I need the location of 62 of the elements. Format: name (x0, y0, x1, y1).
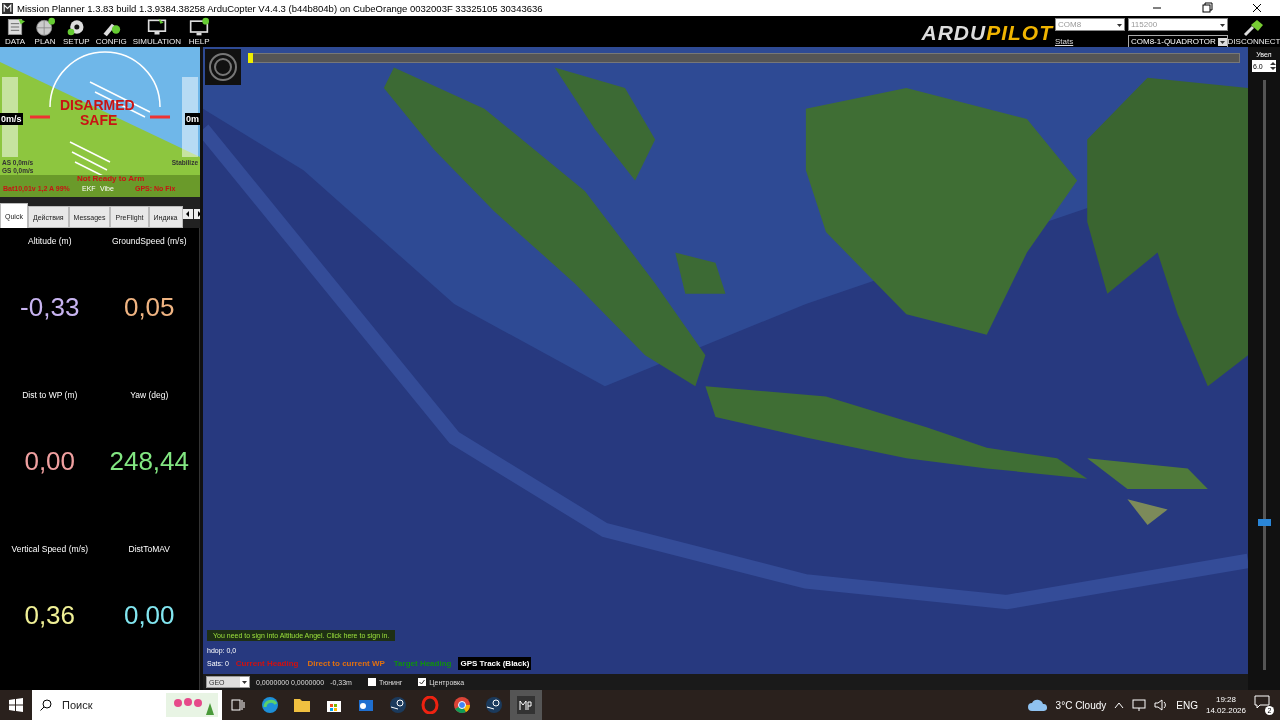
caret-icon (240, 677, 249, 687)
plan-icon (33, 17, 57, 37)
weather-text[interactable]: 3°C Cloudy (1055, 699, 1107, 711)
window-title: Mission Planner 1.3.83 build 1.3.9384.38258 ArduCopter V4.4.3 (b44b804b) on CubeOrange 0032003F 33325105 30343636 (17, 2, 544, 14)
notification-icon (1254, 695, 1270, 709)
menu-button[interactable]: HELP (184, 16, 215, 47)
legend-item: Direct to current WP (306, 658, 386, 670)
metric-label: Vertical Speed (m/s) (11, 544, 88, 554)
menu-button[interactable]: SIMULATION (129, 16, 185, 47)
metric-label: Dist to WP (m) (22, 390, 78, 400)
checkbox[interactable] (418, 678, 427, 686)
legend-item: Current Heading (234, 658, 300, 670)
search-icon (40, 699, 52, 711)
folder-icon[interactable] (293, 697, 311, 713)
speed-readout: 0m/s (0, 113, 23, 125)
ardupilot-logo: ARDUPILOT (921, 18, 1055, 47)
chrome-icon[interactable] (453, 696, 471, 714)
flowers-drawing (166, 693, 218, 717)
slider-thumb[interactable] (248, 53, 253, 63)
timeline-slider[interactable] (249, 53, 1240, 63)
legend-item: Target Heading (392, 658, 453, 670)
steam-icon[interactable] (389, 696, 407, 714)
mail-icon[interactable] (357, 697, 375, 713)
metric-label: GroundSpeed (m/s) (111, 236, 187, 246)
steam-icon[interactable] (485, 696, 503, 714)
windows-start-icon[interactable] (9, 698, 23, 712)
metric-value: 0,00 (123, 600, 175, 631)
menu-button[interactable]: DATA (0, 16, 30, 47)
caret-icon (1218, 37, 1227, 46)
edge-browser-icon[interactable] (261, 696, 279, 714)
metric-value: 0,36 (24, 600, 76, 631)
network-icon[interactable] (1132, 699, 1147, 711)
volume-icon[interactable] (1154, 699, 1169, 711)
metric-label: Altitude (m) (28, 236, 72, 246)
help-icon (187, 17, 212, 37)
arm-status-text: Not Ready to Arm (77, 174, 145, 183)
legend-item: GPS Track (Black) (458, 657, 532, 670)
safety-status-text: SAFE (80, 112, 118, 128)
disconnect-button[interactable]: DISCONNECT (1228, 16, 1280, 47)
metric-value: 0,05 (123, 292, 175, 323)
mission-planner-icon[interactable] (517, 696, 535, 714)
metric-label: DistToMAV (128, 544, 170, 554)
zoom-slider-thumb[interactable] (1257, 518, 1271, 526)
metric-value: -0,33 (20, 292, 80, 323)
search-input[interactable]: Поиск (60, 698, 164, 712)
metric-value: 248,44 (109, 446, 189, 477)
metric-value: 0,00 (24, 446, 76, 477)
language-indicator[interactable]: ENG (1176, 699, 1198, 711)
stats-link[interactable]: Stats (1055, 37, 1125, 46)
spinner-arrows-icon (1270, 61, 1276, 71)
menu-button[interactable]: CONFIG (92, 16, 130, 47)
cloud-icon (1027, 699, 1048, 711)
metric-label: Yaw (deg) (130, 390, 169, 400)
taskbar-search-field[interactable]: Поиск (32, 690, 222, 720)
vehicle-dropdown[interactable]: COM8-1-QUADROTOR (1128, 34, 1228, 49)
chevron-up-icon[interactable] (1114, 701, 1125, 709)
taskbar-clock[interactable]: 19:28 14.02.2026 (1205, 694, 1246, 716)
opera-icon[interactable] (421, 696, 439, 714)
menu-button[interactable]: SETUP (60, 16, 93, 47)
compass-icon (205, 49, 241, 85)
menu-button[interactable]: PLAN (30, 16, 60, 47)
task-view-icon[interactable] (231, 698, 245, 712)
